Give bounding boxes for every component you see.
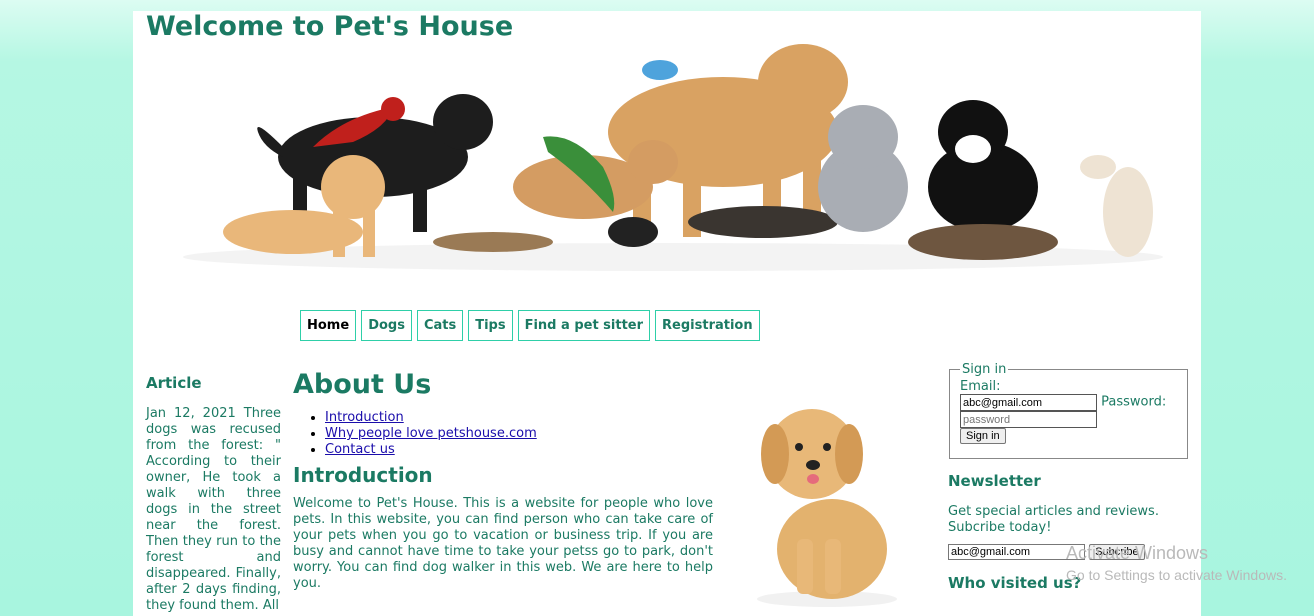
page-container: Welcome to Pet's House Home Dogs Cats Ti… (133, 11, 1201, 616)
intro-text: Welcome to Pet's House. This is a websit… (293, 496, 713, 591)
pets-banner-image (183, 44, 1163, 271)
signin-button[interactable]: Sign in (960, 428, 1006, 444)
intro-heading: Introduction (293, 463, 433, 487)
nav-cats[interactable]: Cats (416, 310, 464, 341)
list-item: Introduction (325, 410, 713, 426)
about-links: Introduction Why people love petshouse.c… (325, 410, 713, 458)
newsletter-email-field[interactable] (948, 544, 1085, 560)
link-introduction[interactable]: Introduction (325, 410, 404, 425)
article-sidebar: Article Jan 12, 2021 Three dogs was recu… (146, 375, 281, 614)
signin-form: Sign in Email: Password: Sign in (949, 362, 1188, 459)
list-item: Contact us (325, 442, 713, 458)
main-content: About Us Introduction Why people love pe… (293, 369, 713, 592)
watermark-line2: Go to Settings to activate Windows. (1066, 567, 1287, 583)
watermark-line1: Activate Windows (1066, 543, 1209, 563)
signin-legend: Sign in (962, 362, 1007, 377)
link-why-people-love[interactable]: Why people love petshouse.com (325, 426, 537, 441)
nav-home[interactable]: Home (300, 310, 357, 341)
newsletter-heading: Newsletter (948, 472, 1041, 490)
link-contact-us[interactable]: Contact us (325, 442, 395, 457)
page-title: About Us (293, 369, 432, 400)
activate-windows-watermark: Activate Windows Go to Settings to activ… (1066, 543, 1287, 583)
newsletter-text: Get special articles and reviews. Subcri… (948, 504, 1159, 535)
nav-dogs[interactable]: Dogs (361, 310, 412, 341)
email-field[interactable] (960, 394, 1097, 411)
article-text: Jan 12, 2021 Three dogs was recused from… (146, 406, 281, 613)
nav-tips[interactable]: Tips (468, 310, 513, 341)
article-heading: Article (146, 374, 202, 392)
nav-registration[interactable]: Registration (655, 310, 760, 341)
nav-find-pet-sitter[interactable]: Find a pet sitter (517, 310, 651, 341)
password-field[interactable] (960, 411, 1097, 428)
list-item: Why people love petshouse.com (325, 426, 713, 442)
password-label: Password: (1101, 394, 1167, 410)
email-label: Email: (960, 379, 1001, 394)
puppy-image (757, 409, 897, 607)
newsletter-section: Newsletter Get special articles and revi… (948, 473, 1198, 606)
main-nav: Home Dogs Cats Tips Find a pet sitter Re… (300, 310, 760, 341)
